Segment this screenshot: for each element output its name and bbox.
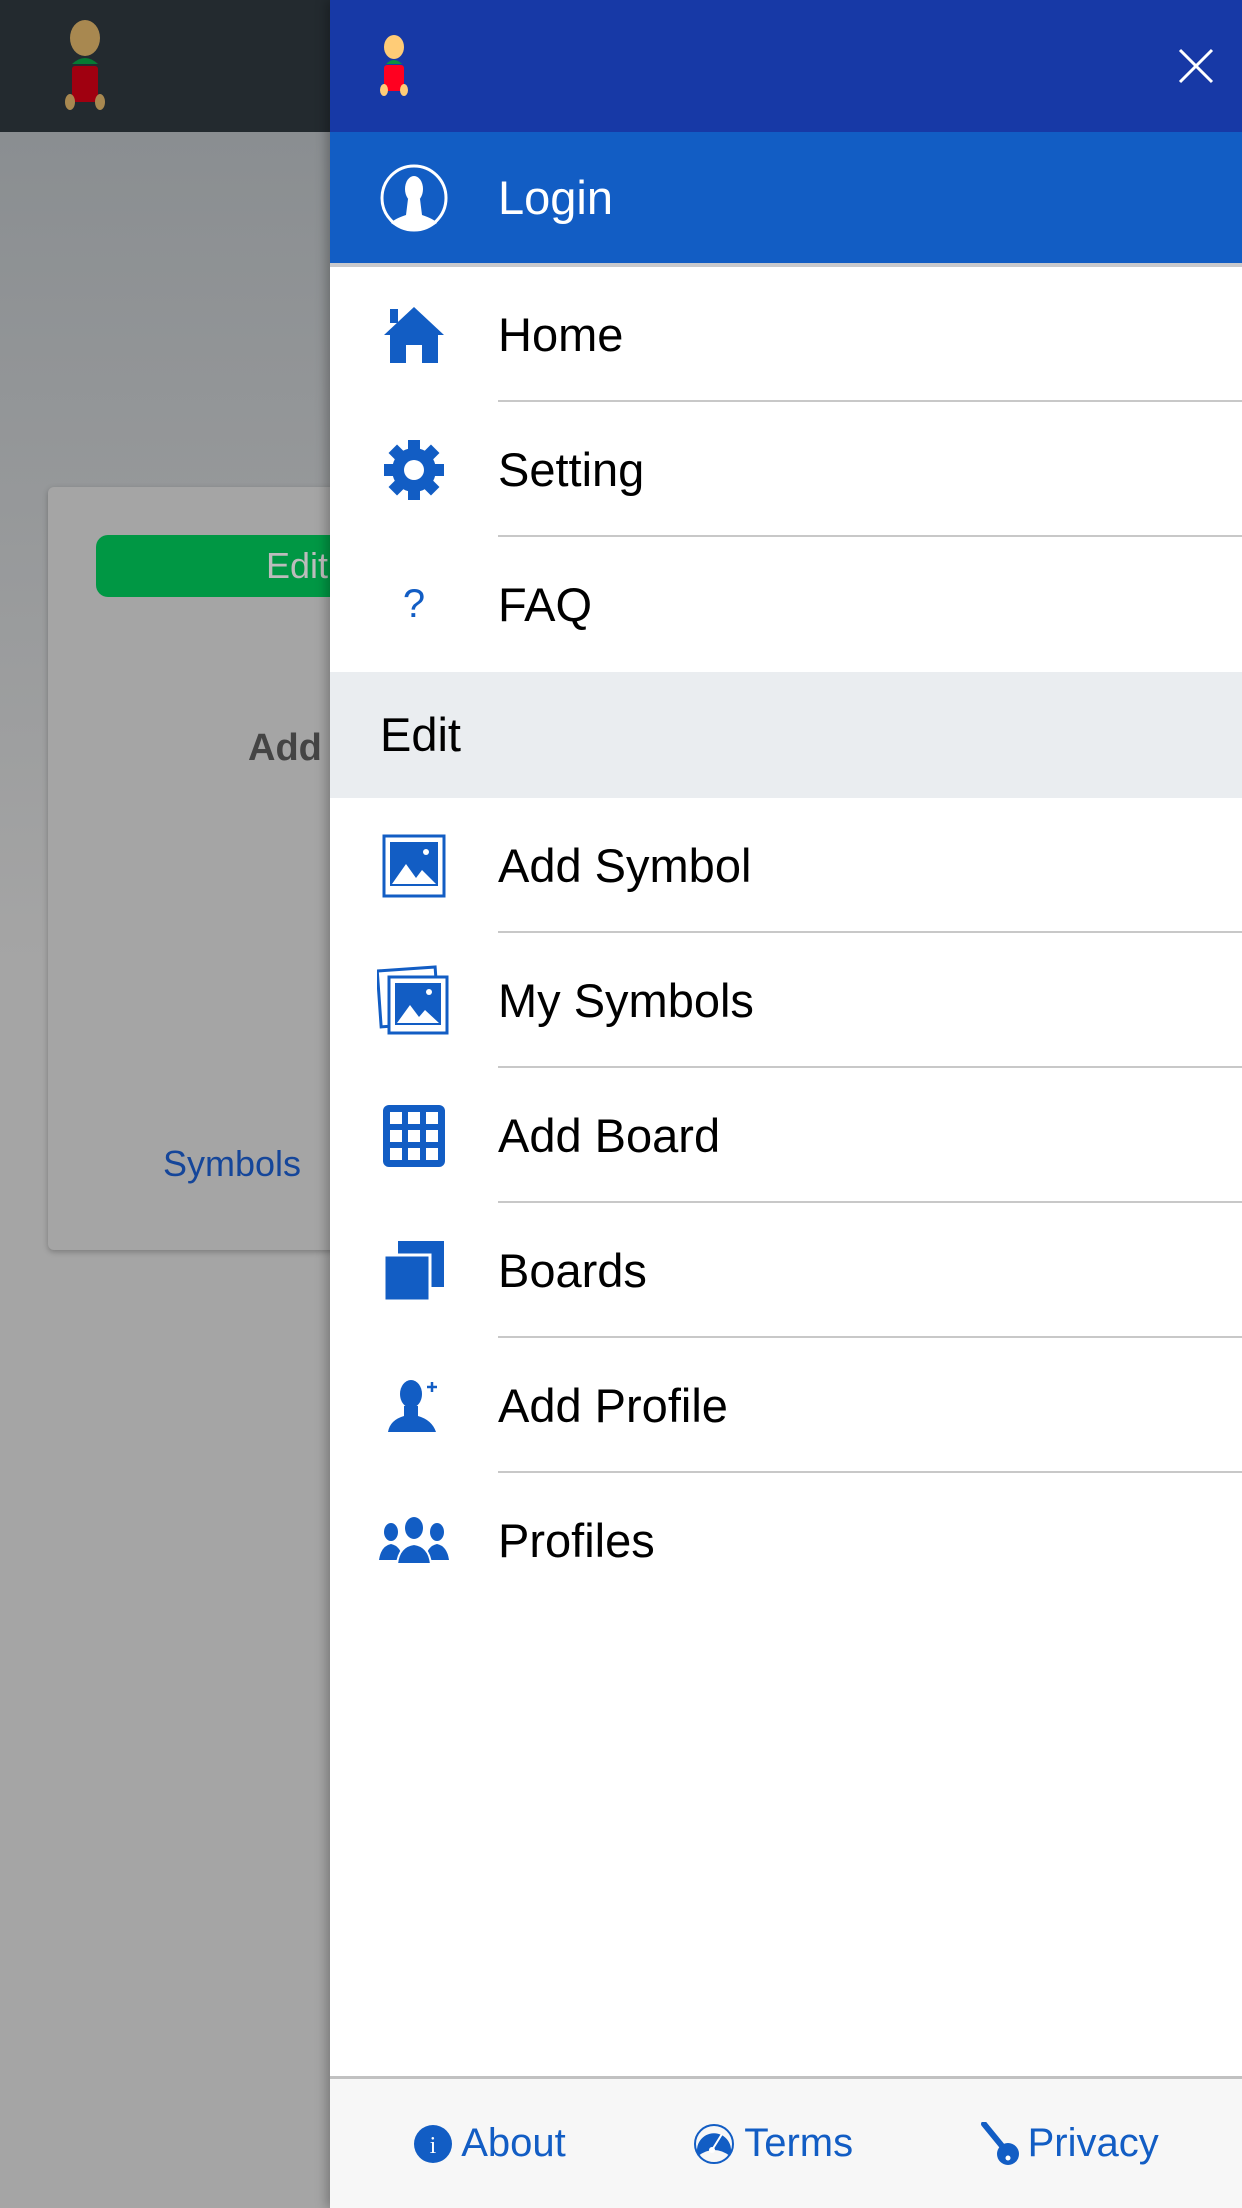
stacked-squares-icon bbox=[382, 1240, 444, 1302]
home-icon bbox=[384, 306, 444, 363]
gear-icon bbox=[384, 439, 444, 500]
menu-item-add-board[interactable]: Add Board bbox=[330, 1068, 1242, 1203]
app-logo-icon[interactable] bbox=[50, 18, 120, 114]
menu-item-profiles[interactable]: Profiles bbox=[330, 1473, 1242, 1608]
add-user-icon bbox=[388, 1379, 437, 1432]
menu-label: Add Profile bbox=[498, 1379, 728, 1432]
symbols-link[interactable]: Symbols bbox=[163, 1143, 301, 1185]
grid-icon bbox=[383, 1104, 445, 1167]
login-item[interactable]: Login bbox=[330, 132, 1242, 267]
info-icon: i bbox=[414, 2124, 453, 2163]
menu-item-my-symbols[interactable]: My Symbols bbox=[330, 933, 1242, 1068]
privacy-label: Privacy bbox=[1027, 2121, 1159, 2165]
menu-item-add-profile[interactable]: Add Profile bbox=[330, 1338, 1242, 1473]
menu-item-faq[interactable]: ? FAQ bbox=[330, 537, 1242, 672]
menu-label: FAQ bbox=[498, 578, 593, 631]
svg-text:i: i bbox=[430, 2133, 437, 2159]
side-drawer: Login Home Setting ? FAQ Edit Add Symbol… bbox=[330, 0, 1242, 2208]
background-card: Edit Add Symbols bbox=[48, 487, 396, 1250]
users-icon bbox=[379, 1516, 449, 1565]
menu-item-add-symbol[interactable]: Add Symbol bbox=[330, 798, 1242, 933]
login-label: Login bbox=[498, 171, 613, 224]
question-icon: ? bbox=[402, 582, 426, 626]
menu-label: Home bbox=[498, 308, 624, 361]
app-logo-icon bbox=[380, 35, 408, 96]
close-icon[interactable] bbox=[1174, 44, 1218, 88]
key-icon bbox=[980, 2121, 1019, 2165]
drawer-header bbox=[330, 0, 1242, 132]
terms-label: Terms bbox=[744, 2121, 854, 2165]
terms-link[interactable]: Terms bbox=[692, 2121, 853, 2166]
menu-label: Boards bbox=[498, 1244, 647, 1297]
privacy-link[interactable]: Privacy bbox=[980, 2121, 1159, 2166]
menu-item-setting[interactable]: Setting bbox=[330, 402, 1242, 537]
about-link[interactable]: i About bbox=[413, 2121, 566, 2166]
menu-label: Add Symbol bbox=[498, 839, 752, 892]
menu-label: Add Board bbox=[498, 1109, 721, 1162]
drawer-footer: i About Terms Privacy bbox=[330, 2076, 1242, 2208]
section-header-edit: Edit bbox=[330, 672, 1242, 798]
image-icon bbox=[382, 834, 446, 897]
menu-label: Profiles bbox=[498, 1514, 655, 1567]
images-icon bbox=[377, 964, 449, 1034]
menu-label: Setting bbox=[498, 443, 645, 496]
menu-label: My Symbols bbox=[498, 974, 754, 1027]
speedometer-icon bbox=[694, 2123, 735, 2164]
user-circle-icon bbox=[380, 164, 448, 231]
about-label: About bbox=[461, 2121, 566, 2165]
menu-item-home[interactable]: Home bbox=[330, 267, 1242, 402]
add-label: Add bbox=[248, 727, 322, 769]
menu-item-boards[interactable]: Boards bbox=[330, 1203, 1242, 1338]
